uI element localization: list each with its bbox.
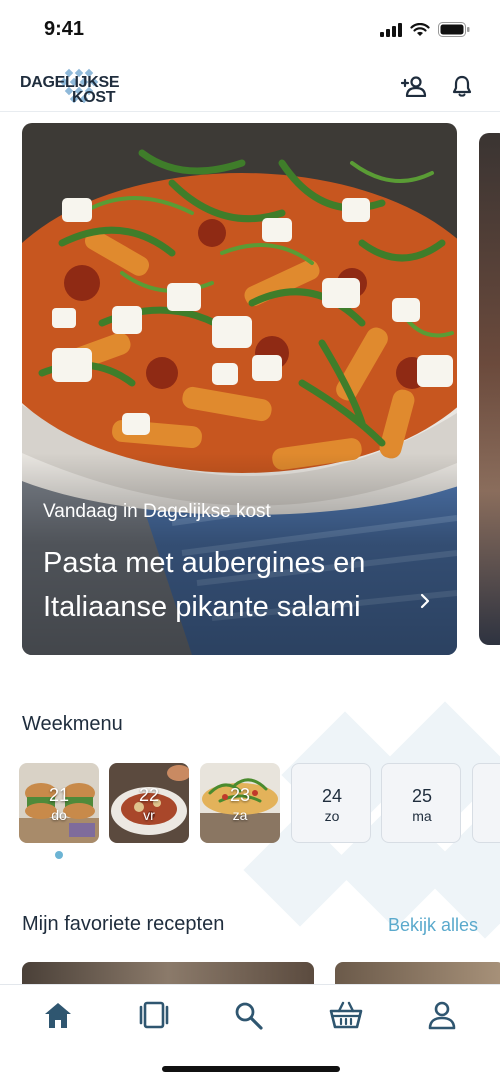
weekmenu-day-tile[interactable]: 24 zo — [291, 763, 371, 843]
day-name: zo — [324, 808, 340, 824]
weekmenu-day-tile[interactable]: 25 ma — [381, 763, 461, 843]
add-user-icon — [401, 76, 427, 97]
wifi-icon — [410, 22, 430, 36]
day-number: 23 — [229, 785, 251, 805]
tab-basket[interactable] — [326, 995, 366, 1035]
basket-icon — [329, 1001, 363, 1029]
tab-profile[interactable] — [422, 995, 462, 1035]
notifications-button[interactable] — [448, 72, 476, 100]
day-name: ma — [412, 808, 432, 824]
day-name: vr — [143, 807, 155, 823]
signal-icon — [380, 22, 402, 37]
weekmenu-day-tile[interactable]: 23 za — [200, 763, 280, 843]
day-name: do — [51, 807, 67, 823]
home-icon — [45, 1003, 71, 1028]
hero-card[interactable]: Vandaag in Dagelijkse kost Pasta met aub… — [22, 123, 457, 655]
status-icons — [380, 22, 470, 37]
weekmenu-page-indicator — [55, 851, 63, 859]
weekmenu-title: Weekmenu — [22, 713, 123, 735]
chevron-right-icon[interactable] — [418, 593, 432, 609]
tab-recipes[interactable] — [134, 995, 174, 1035]
bell-icon — [452, 75, 472, 97]
tab-search[interactable] — [229, 995, 269, 1035]
app-header: DAGELIJKSE KOST — [0, 60, 500, 112]
hero-title[interactable]: Pasta met aubergines en Italiaanse pikan… — [43, 541, 423, 629]
tab-home[interactable] — [38, 995, 78, 1035]
next-hero-card-peek[interactable] — [479, 133, 500, 645]
add-user-button[interactable] — [400, 72, 428, 100]
weekmenu-day-tile[interactable]: 21 do — [19, 763, 99, 843]
favorites-title: Mijn favoriete recepten — [22, 913, 225, 935]
day-number: 22 — [138, 785, 160, 805]
logo[interactable]: DAGELIJKSE KOST — [20, 68, 130, 106]
header-actions — [400, 72, 476, 100]
favorite-recipe-card[interactable] — [335, 962, 500, 986]
day-number: 21 — [48, 785, 70, 805]
logo-text-bottom: KOST — [72, 89, 116, 106]
day-number: 24 — [321, 786, 343, 806]
home-indicator — [162, 1066, 340, 1072]
view-all-link[interactable]: Bekijk alles — [388, 915, 478, 936]
battery-icon — [438, 22, 470, 37]
day-name: za — [232, 807, 248, 823]
day-number: 25 — [411, 786, 433, 806]
search-icon — [235, 1002, 263, 1030]
background-diamond-pattern — [243, 701, 500, 939]
book-icon — [139, 1001, 169, 1029]
status-bar: 9:41 — [0, 0, 500, 60]
weekmenu-day-tile[interactable]: 22 vr — [109, 763, 189, 843]
profile-icon — [428, 1001, 456, 1030]
weekmenu-day-tile-peek[interactable] — [472, 763, 500, 843]
hero-kicker: Vandaag in Dagelijkse kost — [43, 501, 271, 522]
status-time: 9:41 — [44, 18, 85, 40]
favorite-recipe-card[interactable] — [22, 962, 314, 986]
